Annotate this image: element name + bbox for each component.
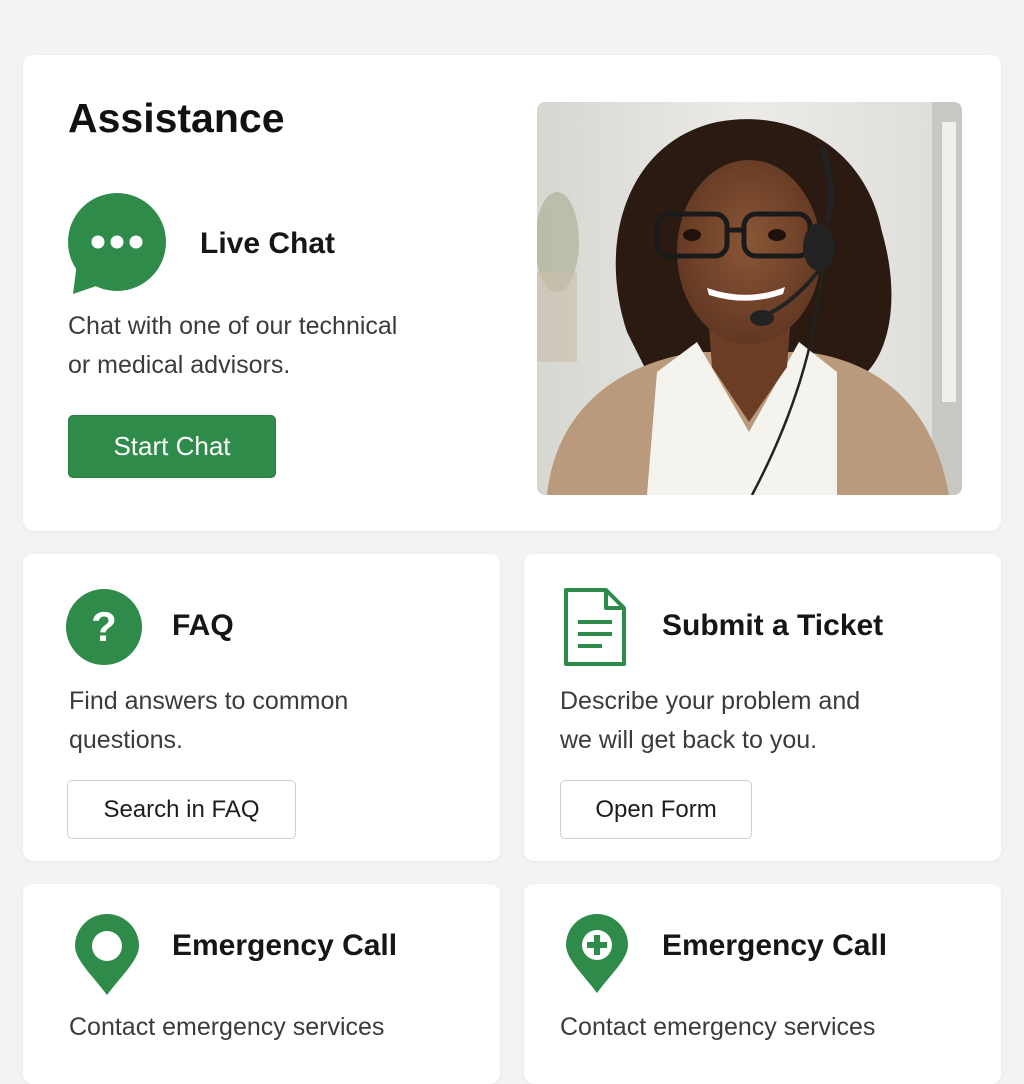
faq-description-line-2: questions. <box>69 726 183 754</box>
emergency-call-card-2: Emergency Call Contact emergency service… <box>524 884 1001 1084</box>
submit-ticket-description-line-1: Describe your problem and <box>560 687 861 715</box>
faq-card: ? FAQ Find answers to common questions. … <box>23 554 500 861</box>
chat-bubble-icon <box>67 193 169 295</box>
support-agent-photo <box>537 102 962 495</box>
document-icon <box>562 586 628 668</box>
open-form-button[interactable]: Open Form <box>560 780 752 839</box>
svg-text:?: ? <box>91 603 117 650</box>
search-faq-button[interactable]: Search in FAQ <box>67 780 296 839</box>
emergency-call-title-2: Emergency Call <box>662 929 888 962</box>
live-chat-description: Chat with one of our technical or medica… <box>68 307 488 385</box>
faq-description: Find answers to common questions. <box>69 682 469 760</box>
emergency-call-card-1: Emergency Call Contact emergency service… <box>23 884 500 1084</box>
location-pin-icon <box>73 914 141 996</box>
assistance-card: Assistance Live Chat Chat with one of ou… <box>23 55 1001 531</box>
submit-ticket-card: Submit a Ticket Describe your problem an… <box>524 554 1001 861</box>
submit-ticket-description-line-2: we will get back to you. <box>560 726 818 754</box>
live-chat-description-line-1: Chat with one of our technical <box>68 312 398 340</box>
faq-title: FAQ <box>172 609 234 642</box>
emergency-call-description-1: Contact emergency services <box>69 1013 385 1041</box>
start-chat-button[interactable]: Start Chat <box>68 415 276 478</box>
submit-ticket-title: Submit a Ticket <box>662 609 884 642</box>
live-chat-title: Live Chat <box>200 227 336 260</box>
location-pin-plus-icon <box>564 914 630 994</box>
question-mark-icon: ? <box>65 588 143 666</box>
page-title: Assistance <box>68 95 285 141</box>
live-chat-description-line-2: or medical advisors. <box>68 351 291 379</box>
emergency-call-description-2: Contact emergency services <box>560 1013 876 1041</box>
faq-description-line-1: Find answers to common <box>69 687 349 715</box>
submit-ticket-description: Describe your problem and we will get ba… <box>560 682 980 760</box>
emergency-call-title-1: Emergency Call <box>172 929 398 962</box>
